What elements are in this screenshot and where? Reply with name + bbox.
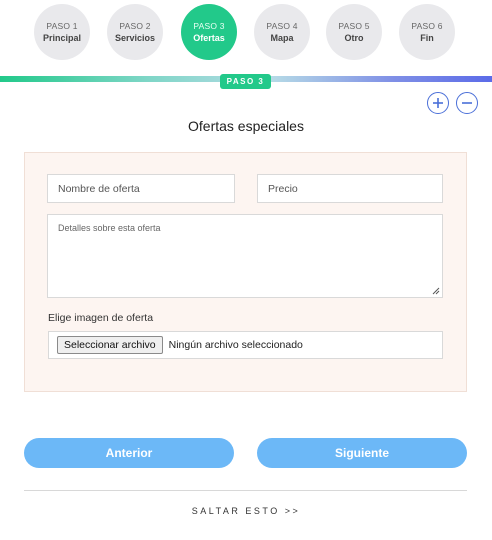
current-step-badge: PASO 3 [220, 74, 271, 89]
resize-grip-icon[interactable] [432, 287, 440, 295]
step-indicator: PASO 1 Principal PASO 2 Servicios PASO 3… [0, 0, 492, 70]
step-label: Otro [344, 32, 364, 43]
step-4[interactable]: PASO 4 Mapa [254, 4, 310, 60]
step-5[interactable]: PASO 5 Otro [326, 4, 382, 60]
plus-icon [433, 98, 443, 108]
step-1[interactable]: PASO 1 Principal [34, 4, 90, 60]
step-label: Ofertas [193, 32, 225, 43]
next-button[interactable]: Siguiente [257, 438, 467, 468]
step-2[interactable]: PASO 2 Servicios [107, 4, 163, 60]
step-number: PASO 6 [411, 20, 443, 31]
section-title: Ofertas especiales [188, 118, 304, 134]
offer-name-input[interactable]: Nombre de oferta [47, 174, 235, 203]
step-number: PASO 3 [193, 20, 225, 31]
step-number: PASO 1 [46, 20, 78, 31]
previous-button[interactable]: Anterior [24, 438, 234, 468]
choose-file-button[interactable]: Seleccionar archivo [57, 336, 163, 354]
step-6[interactable]: PASO 6 Fin [399, 4, 455, 60]
offer-image-file-input[interactable]: Seleccionar archivo Ningún archivo selec… [48, 331, 443, 359]
step-label: Principal [42, 32, 81, 43]
step-label: Servicios [114, 32, 156, 43]
divider [24, 490, 467, 491]
step-number: PASO 2 [119, 20, 151, 31]
add-offer-button[interactable] [427, 92, 449, 114]
step-label: Fin [420, 32, 434, 43]
details-placeholder: Detalles sobre esta oferta [58, 223, 161, 233]
minus-icon [462, 102, 472, 104]
price-input[interactable]: Precio [257, 174, 443, 203]
remove-offer-button[interactable] [456, 92, 478, 114]
offer-details-textarea[interactable]: Detalles sobre esta oferta [47, 214, 443, 298]
step-3-active[interactable]: PASO 3 Ofertas [181, 4, 237, 60]
file-status-text: Ningún archivo seleccionado [168, 339, 303, 351]
step-number: PASO 5 [338, 20, 370, 31]
step-label: Mapa [270, 32, 294, 43]
step-number: PASO 4 [266, 20, 298, 31]
image-field-label: Elige imagen de oferta [48, 312, 154, 324]
skip-step-link[interactable]: SALTAR ESTO >> [0, 506, 492, 516]
